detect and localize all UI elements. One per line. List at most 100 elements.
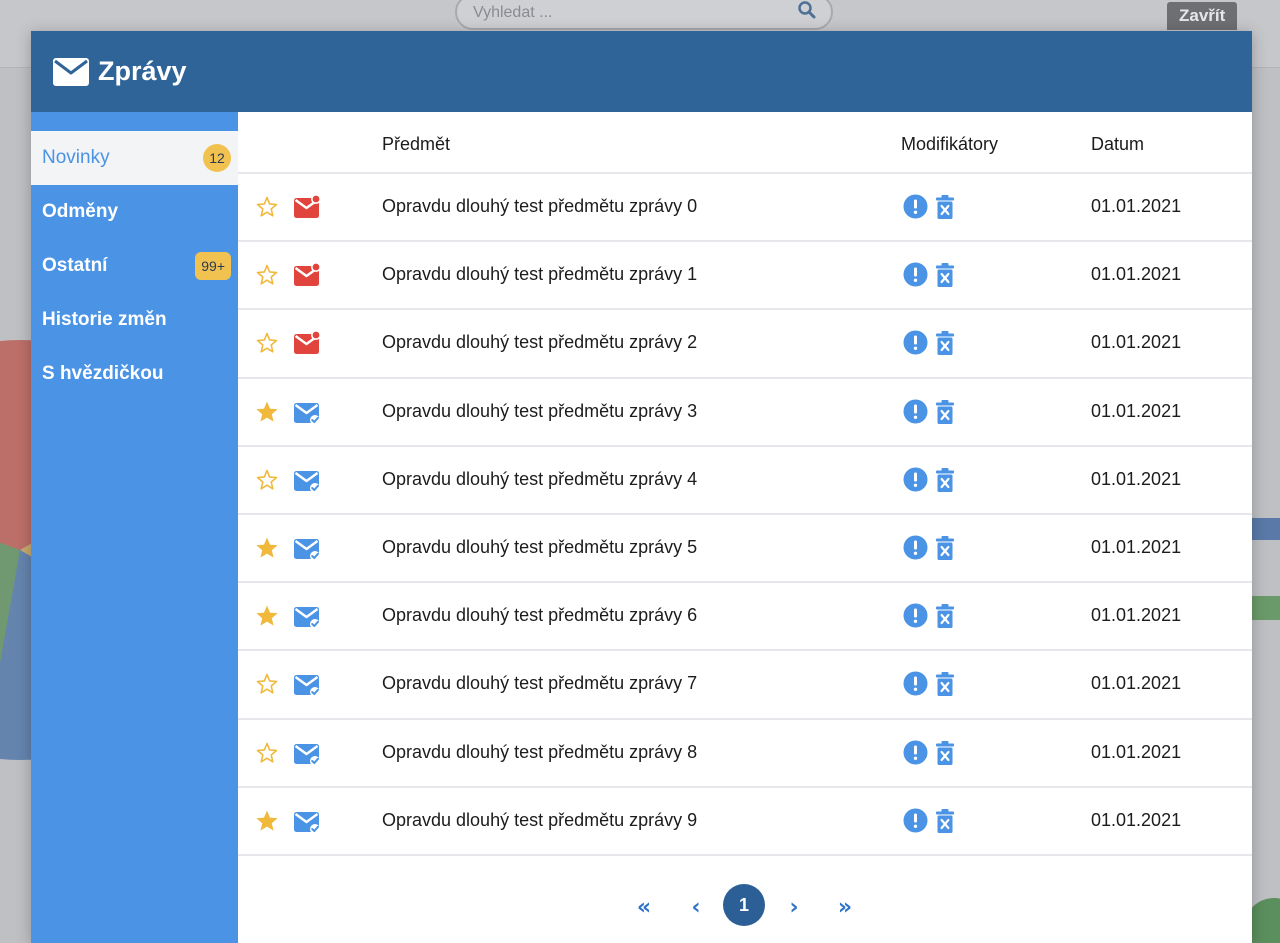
- message-subject[interactable]: Opravdu dlouhý test předmětu zprávy 8: [382, 742, 697, 763]
- mail-read-icon: [293, 467, 321, 493]
- mail-unread-icon: [293, 194, 321, 220]
- star-outline-icon[interactable]: [255, 468, 279, 492]
- column-header-subject: Předmět: [382, 134, 451, 154]
- priority-info-icon[interactable]: [903, 262, 928, 287]
- table-row[interactable]: Opravdu dlouhý test předmětu zprávy 6 01.…: [238, 583, 1252, 652]
- priority-info-icon[interactable]: [903, 194, 928, 219]
- current-page-button[interactable]: 1: [723, 884, 765, 926]
- table-row[interactable]: Opravdu dlouhý test předmětu zprávy 4 01.…: [238, 447, 1252, 515]
- priority-info-icon[interactable]: [903, 740, 928, 765]
- sidebar-item-1[interactable]: Odměny: [31, 185, 238, 239]
- table-row[interactable]: Opravdu dlouhý test předmětu zprávy 3 01.…: [238, 379, 1252, 447]
- last-page-button[interactable]: »: [828, 890, 862, 924]
- table-row[interactable]: Opravdu dlouhý test předmětu zprávy 1 01.…: [238, 242, 1252, 311]
- mail-read-icon: [293, 808, 321, 834]
- star-filled-icon[interactable]: [255, 809, 279, 833]
- message-date: 01.01.2021: [1091, 468, 1182, 489]
- background-search-placeholder: Vyhledat ...: [473, 4, 553, 21]
- sidebar-item-label: Historie změn: [42, 309, 167, 330]
- modal-header: Zprávy: [31, 31, 1252, 112]
- table-row[interactable]: Opravdu dlouhý test předmětu zprávy 8 01.…: [238, 720, 1252, 788]
- delete-trash-icon[interactable]: [935, 399, 955, 425]
- count-badge: 12: [203, 144, 231, 172]
- message-date: 01.01.2021: [1091, 332, 1182, 353]
- messages-modal: Zprávy Novinky 12 Odměny Ostatní 99+ Historie…: [31, 31, 1252, 943]
- priority-info-icon[interactable]: [903, 399, 928, 424]
- mail-read-icon: [293, 603, 321, 630]
- sidebar: Novinky 12 Odměny Ostatní 99+ Historie změn S …: [31, 112, 238, 943]
- modal-title: Zprávy: [98, 56, 187, 86]
- message-subject[interactable]: Opravdu dlouhý test předmětu zprávy 5: [382, 537, 697, 558]
- table-body: Opravdu dlouhý test předmětu zprávy 0 01.…: [238, 174, 1252, 856]
- message-date: 01.01.2021: [1091, 196, 1182, 216]
- priority-info-icon[interactable]: [903, 671, 928, 696]
- delete-trash-icon[interactable]: [935, 262, 955, 288]
- priority-info-icon[interactable]: [903, 808, 928, 833]
- message-date: 01.01.2021: [1091, 605, 1182, 626]
- star-filled-icon[interactable]: [255, 536, 279, 560]
- envelope-icon: [53, 57, 89, 86]
- delete-trash-icon[interactable]: [935, 740, 955, 766]
- message-subject[interactable]: Opravdu dlouhý test předmětu zprávy 9: [382, 810, 697, 831]
- message-date: 01.01.2021: [1091, 536, 1182, 557]
- delete-trash-icon[interactable]: [935, 535, 955, 561]
- sidebar-item-label: Novinky: [42, 147, 110, 168]
- delete-trash-icon[interactable]: [935, 330, 955, 356]
- table-row[interactable]: Opravdu dlouhý test předmětu zprávy 7 01.…: [238, 651, 1252, 720]
- table-row[interactable]: Opravdu dlouhý test předmětu zprávy 9 01.…: [238, 788, 1252, 856]
- star-filled-icon[interactable]: [255, 604, 279, 628]
- star-outline-icon[interactable]: [255, 331, 279, 355]
- sidebar-item-2[interactable]: Ostatní 99+: [31, 239, 238, 293]
- sidebar-item-4[interactable]: S hvězdičkou: [31, 347, 238, 401]
- star-filled-icon[interactable]: [255, 400, 279, 424]
- delete-trash-icon[interactable]: [935, 603, 955, 629]
- count-badge: 99+: [195, 252, 231, 280]
- mail-read-icon: [293, 399, 321, 425]
- sidebar-item-3[interactable]: Historie změn: [31, 293, 238, 347]
- table-row[interactable]: Opravdu dlouhý test předmětu zprávy 2 01.…: [238, 310, 1252, 379]
- mail-unread-icon: [293, 330, 321, 356]
- star-outline-icon[interactable]: [255, 741, 279, 765]
- star-outline-icon[interactable]: [255, 195, 279, 219]
- message-subject[interactable]: Opravdu dlouhý test předmětu zprávy 3: [382, 401, 697, 422]
- sidebar-item-0[interactable]: Novinky 12: [31, 131, 238, 185]
- delete-trash-icon[interactable]: [935, 194, 955, 220]
- background-search-input: Vyhledat ...: [455, 0, 833, 30]
- close-button[interactable]: Zavřít: [1167, 2, 1238, 30]
- next-page-button[interactable]: ›: [777, 890, 811, 924]
- table-header: Předmět Modifikátory Datum: [238, 112, 1252, 174]
- search-icon: [797, 0, 817, 25]
- delete-trash-icon[interactable]: [935, 808, 955, 834]
- star-outline-icon[interactable]: [255, 263, 279, 287]
- message-subject[interactable]: Opravdu dlouhý test předmětu zprávy 1: [382, 264, 697, 285]
- delete-trash-icon[interactable]: [935, 671, 955, 697]
- star-outline-icon[interactable]: [255, 672, 279, 696]
- first-page-button[interactable]: «: [627, 890, 661, 924]
- table-row[interactable]: Opravdu dlouhý test předmětu zprávy 5 01.…: [238, 515, 1252, 584]
- column-header-modifiers: Modifikátory: [901, 134, 999, 154]
- mail-read-icon: [293, 671, 321, 698]
- message-date: 01.01.2021: [1091, 673, 1182, 694]
- message-subject[interactable]: Opravdu dlouhý test předmětu zprávy 7: [382, 673, 697, 694]
- message-date: 01.01.2021: [1091, 741, 1182, 762]
- background-bar: [1252, 596, 1280, 620]
- sidebar-item-label: S hvězdičkou: [42, 363, 164, 384]
- previous-page-button[interactable]: ‹: [679, 890, 713, 924]
- priority-info-icon[interactable]: [903, 330, 928, 355]
- message-subject[interactable]: Opravdu dlouhý test předmětu zprávy 2: [382, 332, 697, 353]
- message-subject[interactable]: Opravdu dlouhý test předmětu zprávy 0: [382, 196, 697, 217]
- priority-info-icon[interactable]: [903, 535, 928, 560]
- messages-table: Předmět Modifikátory Datum Opravdu dlouh…: [238, 112, 1252, 943]
- background-bar: [1252, 518, 1280, 540]
- message-subject[interactable]: Opravdu dlouhý test předmětu zprávy 4: [382, 469, 697, 490]
- message-date: 01.01.2021: [1091, 809, 1182, 830]
- priority-info-icon[interactable]: [903, 467, 928, 492]
- mail-read-icon: [293, 740, 321, 766]
- mail-read-icon: [293, 535, 321, 561]
- delete-trash-icon[interactable]: [935, 467, 955, 493]
- priority-info-icon[interactable]: [903, 603, 928, 628]
- column-header-date: Datum: [1091, 134, 1145, 154]
- message-subject[interactable]: Opravdu dlouhý test předmětu zprávy 6: [382, 605, 697, 626]
- table-row[interactable]: Opravdu dlouhý test předmětu zprávy 0 01.…: [238, 174, 1252, 243]
- mail-unread-icon: [293, 262, 321, 288]
